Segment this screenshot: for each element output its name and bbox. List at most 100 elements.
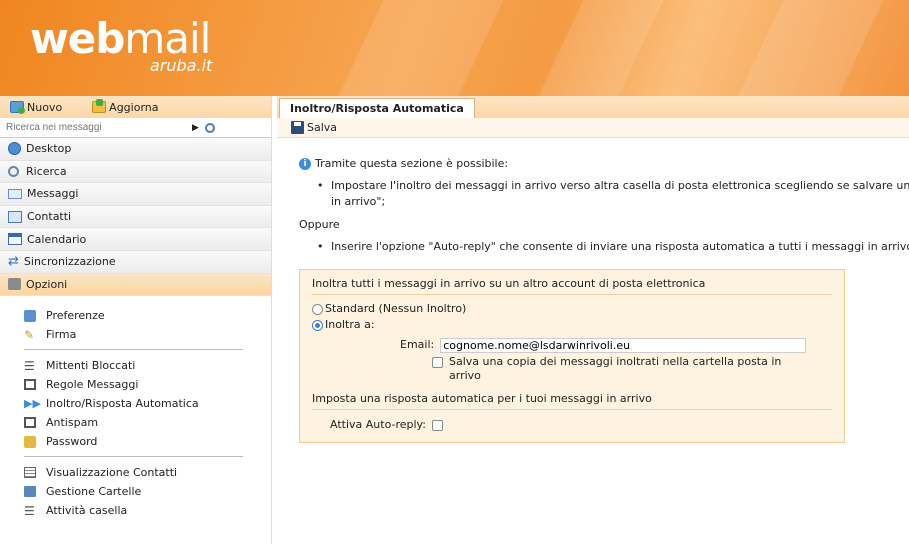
user-profile-icon — [24, 309, 36, 322]
save-label: Salva — [307, 121, 338, 134]
bullet-forward: Impostare l'inoltro dei messaggi in arri… — [299, 178, 909, 210]
option-password[interactable]: Password — [24, 432, 271, 451]
nav-contatti-label: Contatti — [27, 210, 72, 224]
option-visualizzazione-contatti-label: Visualizzazione Contatti — [46, 466, 178, 480]
floppy-disk-icon — [291, 121, 304, 134]
nav-opzioni-label: Opzioni — [26, 277, 68, 291]
nav-calendario-label: Calendario — [27, 232, 87, 246]
intro-text: Tramite questa sezione è possibile: — [315, 157, 509, 170]
search-input[interactable] — [0, 119, 188, 136]
submenu-divider — [24, 456, 243, 458]
option-preferenze-label: Preferenze — [46, 309, 105, 323]
address-book-icon — [8, 210, 22, 223]
autoreply-row: Attiva Auto-reply: — [330, 416, 832, 434]
settings-panel: Inoltra tutti i messaggi in arrivo su un… — [299, 269, 845, 443]
magnifier-icon — [8, 165, 19, 177]
nav-desktop[interactable]: Desktop — [0, 138, 271, 161]
option-mittenti-bloccati-label: Mittenti Bloccati — [46, 359, 136, 373]
bullet-forward-line2: in arrivo"; — [331, 195, 386, 208]
option-firma[interactable]: ✎ Firma — [24, 325, 271, 344]
key-icon — [24, 435, 36, 448]
radio-standard[interactable]: Standard (Nessun Inoltro) — [312, 301, 832, 317]
calendar-icon — [8, 233, 22, 246]
option-inoltro-risposta-label: Inoltro/Risposta Automatica — [46, 397, 199, 411]
nav-opzioni[interactable]: Opzioni — [0, 273, 271, 297]
info-icon: i — [299, 158, 311, 170]
option-visualizzazione-contatti[interactable]: Visualizzazione Contatti — [24, 463, 271, 482]
radio-forward-circle[interactable] — [312, 319, 323, 331]
autoreply-checkbox[interactable] — [431, 419, 443, 431]
option-attivita-casella[interactable]: ☰ Attività casella — [24, 501, 271, 520]
options-submenu: Preferenze ✎ Firma ☰ Mittenti Bloccati R… — [0, 296, 271, 520]
option-firma-label: Firma — [46, 328, 77, 342]
envelope-icon — [8, 188, 22, 199]
new-message-icon — [10, 101, 25, 114]
rules-icon — [24, 379, 36, 391]
signature-pen-icon: ✎ — [24, 327, 35, 342]
radio-forward[interactable]: Inoltra a: — [312, 317, 832, 333]
save-copy-row: Salva una copia dei messaggi inoltrati n… — [432, 355, 792, 383]
bullet-forward-line1: Impostare l'inoltro dei messaggi in arri… — [331, 179, 909, 192]
email-label: Email: — [400, 338, 435, 351]
main-panel: Inoltro/Risposta Automatica Salva i Tram… — [277, 96, 909, 544]
radio-standard-circle[interactable] — [312, 303, 323, 315]
save-copy-checkbox[interactable] — [432, 357, 443, 368]
sync-icon: ⇄ — [8, 253, 19, 269]
refresh-icon — [92, 99, 107, 113]
activity-list-icon: ☰ — [24, 503, 35, 518]
radio-standard-label: Standard (Nessun Inoltro) — [325, 302, 467, 315]
option-gestione-cartelle-label: Gestione Cartelle — [46, 485, 142, 499]
tab-inoltro-risposta[interactable]: Inoltro/Risposta Automatica — [279, 98, 475, 118]
nav-sincronizzazione[interactable]: ⇄ Sincronizzazione — [0, 250, 271, 274]
tools-icon — [8, 278, 21, 291]
option-password-label: Password — [46, 435, 98, 449]
refresh-button[interactable]: Aggiorna — [92, 99, 159, 114]
option-regole-messaggi-label: Regole Messaggi — [46, 378, 139, 392]
bullet-autoreply: Inserire l'opzione "Auto-reply" che cons… — [299, 239, 909, 255]
option-attivita-casella-label: Attività casella — [46, 504, 128, 518]
toolbar: Salva — [277, 118, 909, 138]
nav-ricerca-label: Ricerca — [26, 164, 67, 178]
option-gestione-cartelle[interactable]: Gestione Cartelle — [24, 482, 271, 501]
nav-contatti[interactable]: Contatti — [0, 205, 271, 229]
new-label: Nuovo — [27, 100, 63, 114]
oppure-text: Oppure — [299, 218, 340, 231]
desktop-icon — [8, 142, 21, 156]
nav-messaggi-label: Messaggi — [27, 187, 79, 201]
sidebar: Nuovo Aggiorna ▶ Desktop Ricerca Messagg… — [0, 96, 272, 544]
nav-calendario[interactable]: Calendario — [0, 228, 271, 251]
option-regole-messaggi[interactable]: Regole Messaggi — [24, 375, 271, 394]
tab-bar: Inoltro/Risposta Automatica — [277, 96, 909, 118]
autoreply-label: Attiva Auto-reply: — [330, 418, 426, 431]
folders-icon — [24, 486, 36, 498]
email-field[interactable] — [440, 337, 807, 353]
radio-forward-label: Inoltra a: — [325, 318, 375, 331]
nav-desktop-label: Desktop — [26, 142, 72, 156]
intro-row: i Tramite questa sezione è possibile: — [299, 156, 909, 172]
forward-icon: ▶▶ — [24, 397, 41, 411]
logo-web: web — [30, 14, 125, 63]
option-preferenze[interactable]: Preferenze — [24, 306, 271, 325]
list-icon: ☰ — [24, 358, 35, 373]
option-mittenti-bloccati[interactable]: ☰ Mittenti Bloccati — [24, 356, 271, 375]
option-inoltro-risposta[interactable]: ▶▶ Inoltro/Risposta Automatica — [24, 394, 271, 413]
save-button[interactable]: Salva — [291, 121, 337, 134]
submenu-divider — [24, 349, 243, 351]
new-button[interactable]: Nuovo — [10, 101, 62, 114]
autoreply-heading: Imposta una risposta automatica per i tu… — [312, 391, 832, 410]
content: i Tramite questa sezione è possibile: Im… — [277, 138, 909, 443]
antispam-icon — [24, 417, 36, 429]
nav-sincronizzazione-label: Sincronizzazione — [23, 255, 116, 269]
search-options-arrow-icon[interactable]: ▶ — [192, 123, 199, 133]
option-antispam[interactable]: Antispam — [24, 413, 271, 432]
contacts-view-icon — [24, 467, 36, 479]
save-copy-label: Salva una copia dei messaggi inoltrati n… — [449, 355, 782, 382]
nav-ricerca[interactable]: Ricerca — [0, 160, 271, 184]
option-antispam-label: Antispam — [46, 416, 99, 430]
search-icon[interactable] — [204, 122, 215, 133]
nav-messaggi[interactable]: Messaggi — [0, 183, 271, 206]
logo-aruba: aruba.it — [150, 56, 213, 75]
forward-heading: Inoltra tutti i messaggi in arrivo su un… — [312, 276, 832, 295]
app-header: webmail aruba.it — [0, 0, 909, 96]
email-row: Email: — [400, 337, 832, 353]
